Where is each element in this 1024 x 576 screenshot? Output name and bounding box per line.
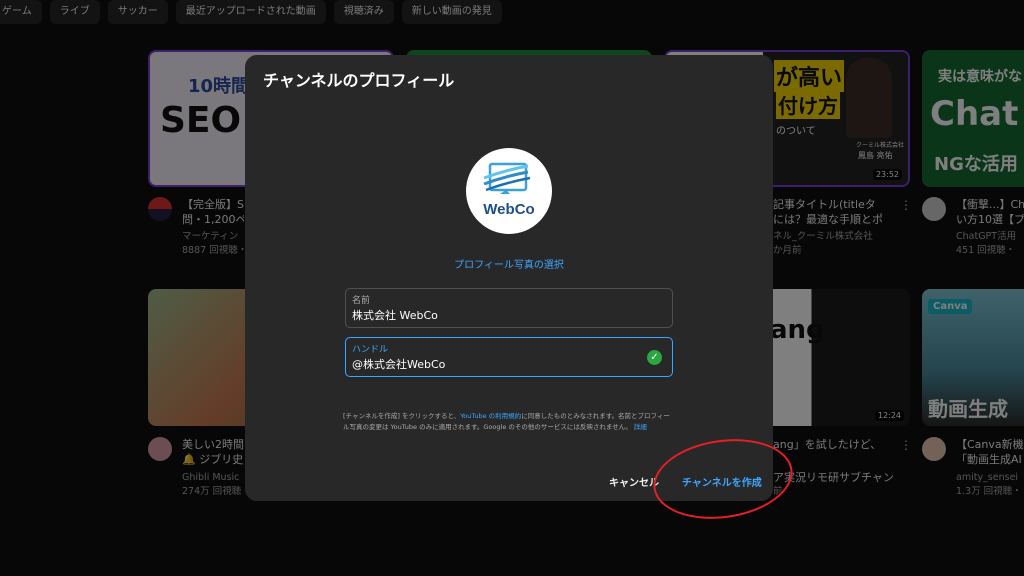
channel-profile-dialog: チャンネルのプロフィール WebCo プロフィール写真の選択 名前 株式会社 W… [245,55,773,501]
select-profile-photo-link[interactable]: プロフィール写真の選択 [245,256,773,271]
handle-label: ハンドル [352,345,389,355]
handle-input[interactable]: @株式会社WebCo [352,356,445,372]
webco-logo-icon [483,162,531,194]
terms-text: [チャンネルを作成] をクリックすると、YouTube の利用規約に同意したもの… [343,412,670,431]
name-input[interactable]: 株式会社 WebCo [352,307,438,323]
learn-more-link[interactable]: 詳細 [634,423,647,431]
check-icon: ✓ [647,350,662,365]
profile-picture[interactable]: WebCo [466,148,552,234]
name-field[interactable]: 名前 株式会社 WebCo [345,288,673,328]
terms-of-service-link[interactable]: YouTube の利用規約 [460,412,521,420]
cancel-button[interactable]: キャンセル [609,474,659,489]
handle-field[interactable]: ハンドル @株式会社WebCo ✓ [345,337,673,377]
dialog-title: チャンネルのプロフィール [263,71,455,90]
name-label: 名前 [352,296,371,306]
logo-text: WebCo [483,201,535,218]
